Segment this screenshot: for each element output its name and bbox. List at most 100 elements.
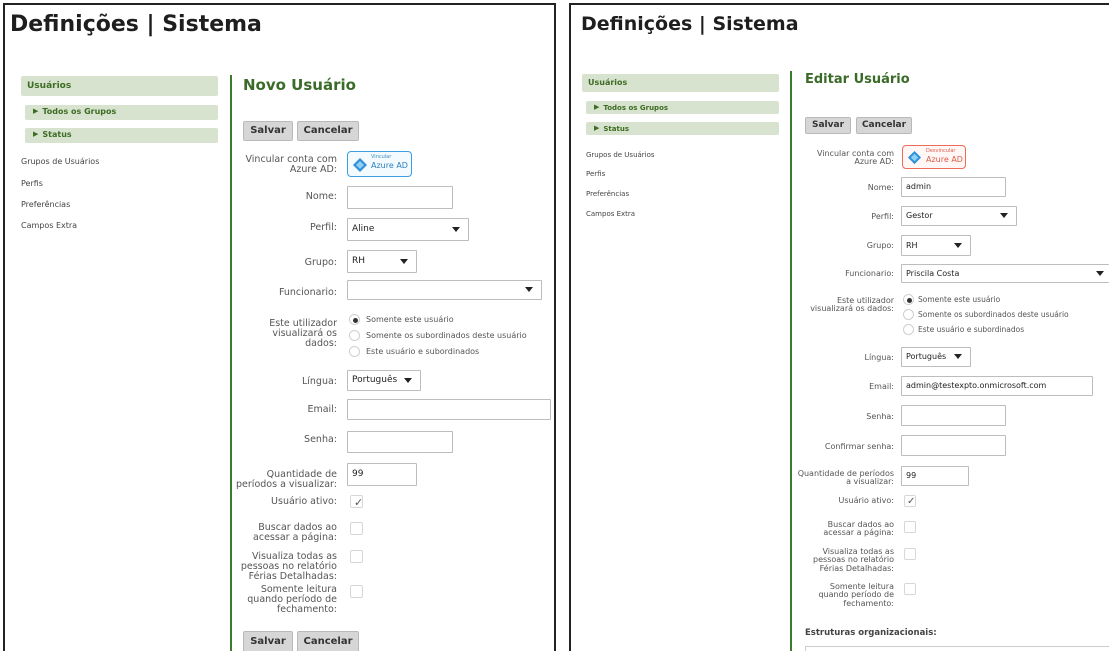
active-user-label: Usuário ativo: bbox=[838, 496, 894, 505]
name-input[interactable]: admin bbox=[901, 177, 1006, 197]
unlink-azure-button[interactable]: Desvincular Azure AD bbox=[902, 145, 966, 169]
name-input[interactable] bbox=[347, 186, 453, 209]
view-all-vacation-label: Visualiza todas as pessoas no relatório … bbox=[240, 551, 337, 582]
azure-link-label: Vincular conta com Azure AD: bbox=[245, 154, 338, 175]
confirm-password-input[interactable] bbox=[901, 435, 1006, 456]
org-structures-label: Estruturas organizacionais: bbox=[805, 628, 937, 638]
radio-label: Somente este usuário bbox=[918, 295, 1001, 304]
view-all-vacation-checkbox[interactable] bbox=[350, 550, 363, 563]
sidebar-link-extra-fields[interactable]: Campos Extra bbox=[21, 221, 77, 230]
password-label: Senha: bbox=[866, 412, 894, 421]
chevron-down-icon bbox=[404, 377, 412, 383]
save-button-bottom[interactable]: Salvar bbox=[243, 631, 293, 651]
email-input[interactable] bbox=[347, 399, 551, 420]
radio-only-this-user[interactable] bbox=[903, 294, 914, 305]
email-input[interactable]: admin@testexpto.onmicrosoft.com bbox=[901, 376, 1093, 396]
active-user-checkbox[interactable]: ✓ bbox=[350, 495, 363, 509]
readonly-closing-checkbox[interactable] bbox=[350, 585, 363, 598]
periods-label: Quantidade de períodos a visualizar: bbox=[797, 469, 894, 487]
profile-label: Perfil: bbox=[310, 222, 337, 233]
chevron-down-icon bbox=[525, 287, 533, 292]
link-azure-button[interactable]: Vincular Azure AD bbox=[347, 151, 412, 177]
sidebar-link-user-groups[interactable]: Grupos de Usuários bbox=[586, 151, 655, 159]
active-user-checkbox[interactable]: ✓ bbox=[904, 495, 916, 507]
language-select-value: Português bbox=[352, 375, 398, 385]
radio-only-subordinates[interactable] bbox=[349, 330, 360, 341]
cancel-button[interactable]: Cancelar bbox=[856, 117, 912, 134]
readonly-closing-checkbox[interactable] bbox=[904, 583, 916, 595]
password-input[interactable] bbox=[347, 431, 453, 453]
profile-select[interactable]: Aline bbox=[347, 218, 469, 241]
profile-label: Perfil: bbox=[871, 212, 894, 221]
language-label: Língua: bbox=[864, 353, 895, 362]
profile-select-value: Gestor bbox=[906, 211, 933, 220]
radio-user-and-subordinates[interactable] bbox=[349, 346, 360, 357]
sidebar-link-profiles[interactable]: Perfis bbox=[586, 170, 605, 178]
employee-label: Funcionario: bbox=[845, 269, 894, 278]
sidebar-item-status[interactable]: ▶ Status bbox=[25, 128, 218, 143]
view-all-vacation-checkbox[interactable] bbox=[904, 548, 916, 560]
fetch-data-label: Buscar dados ao acessar a página: bbox=[253, 522, 337, 543]
cancel-button-bottom[interactable]: Cancelar bbox=[297, 631, 359, 651]
form-title: Editar Usuário bbox=[805, 72, 910, 87]
group-select[interactable]: RH bbox=[901, 235, 971, 256]
password-label: Senha: bbox=[304, 434, 337, 445]
save-button[interactable]: Salvar bbox=[243, 121, 293, 141]
periods-input[interactable]: 99 bbox=[901, 466, 969, 486]
radio-label: Somente os subordinados deste usuário bbox=[918, 310, 1069, 319]
edit-user-panel: Definições | Sistema Usuários ▶ Todos os … bbox=[569, 3, 1109, 651]
sidebar-item-label: Status bbox=[603, 125, 629, 133]
fetch-data-checkbox[interactable] bbox=[350, 522, 363, 535]
org-structures-box[interactable] bbox=[805, 646, 1109, 651]
check-icon: ✓ bbox=[907, 496, 916, 507]
readonly-closing-label: Somente leitura quando período de fecham… bbox=[818, 582, 894, 608]
name-label: Nome: bbox=[867, 183, 894, 192]
readonly-closing-label: Somente leitura quando período de fecham… bbox=[247, 584, 337, 615]
sidebar-item-users[interactable]: Usuários bbox=[582, 74, 779, 92]
sidebar-link-extra-fields[interactable]: Campos Extra bbox=[586, 210, 635, 218]
page-title: Definições | Sistema bbox=[581, 13, 799, 35]
sidebar-link-preferences[interactable]: Preferências bbox=[21, 200, 70, 209]
radio-label: Este usuário e subordinados bbox=[366, 347, 480, 356]
new-user-panel: Definições | Sistema Usuários ▶ Todos os … bbox=[3, 3, 556, 651]
fetch-data-checkbox[interactable] bbox=[904, 521, 916, 533]
chevron-down-icon bbox=[400, 258, 408, 264]
radio-user-and-subordinates[interactable] bbox=[903, 324, 914, 335]
sidebar-link-user-groups[interactable]: Grupos de Usuários bbox=[21, 157, 99, 166]
periods-input[interactable]: 99 bbox=[347, 463, 417, 486]
name-label: Nome: bbox=[305, 191, 337, 202]
sidebar-item-users[interactable]: Usuários bbox=[21, 76, 218, 96]
caret-right-icon: ▶ bbox=[594, 124, 600, 132]
view-data-label: Este utilizador visualizará os dados: bbox=[810, 296, 894, 314]
active-user-label: Usuário ativo: bbox=[271, 496, 337, 507]
profile-select[interactable]: Gestor bbox=[901, 206, 1017, 226]
employee-select[interactable]: Priscila Costa bbox=[901, 264, 1109, 283]
save-button[interactable]: Salvar bbox=[805, 117, 851, 134]
sidebar-link-profiles[interactable]: Perfis bbox=[21, 179, 43, 188]
language-label: Língua: bbox=[301, 376, 337, 387]
view-all-vacation-label: Visualiza todas as pessoas no relatório … bbox=[813, 547, 894, 573]
group-select-value: RH bbox=[352, 256, 366, 266]
password-input[interactable] bbox=[901, 405, 1006, 426]
sidebar-link-preferences[interactable]: Preferências bbox=[586, 190, 629, 198]
radio-only-this-user[interactable] bbox=[349, 314, 360, 325]
cancel-button[interactable]: Cancelar bbox=[297, 121, 359, 141]
caret-right-icon: ▶ bbox=[33, 130, 39, 138]
chevron-down-icon bbox=[1000, 213, 1008, 218]
group-select[interactable]: RH bbox=[347, 250, 417, 273]
azure-ad-icon bbox=[907, 150, 922, 165]
sidebar-item-all-groups[interactable]: ▶ Todos os Grupos bbox=[586, 101, 779, 114]
radio-only-subordinates[interactable] bbox=[903, 309, 914, 320]
employee-select[interactable] bbox=[347, 280, 542, 300]
sidebar-item-status[interactable]: ▶ Status bbox=[586, 122, 779, 135]
caret-right-icon: ▶ bbox=[33, 107, 39, 115]
chevron-down-icon bbox=[1096, 270, 1104, 276]
azure-button-text: Azure AD bbox=[926, 155, 963, 164]
language-select[interactable]: Português bbox=[901, 347, 971, 367]
sidebar-item-all-groups[interactable]: ▶ Todos os Grupos bbox=[25, 105, 218, 120]
view-data-label: Este utilizador visualizará os dados: bbox=[269, 318, 337, 349]
profile-select-value: Aline bbox=[352, 224, 375, 234]
content-divider bbox=[790, 71, 792, 651]
radio-label: Somente os subordinados deste usuário bbox=[366, 331, 527, 340]
language-select[interactable]: Português bbox=[347, 370, 421, 391]
